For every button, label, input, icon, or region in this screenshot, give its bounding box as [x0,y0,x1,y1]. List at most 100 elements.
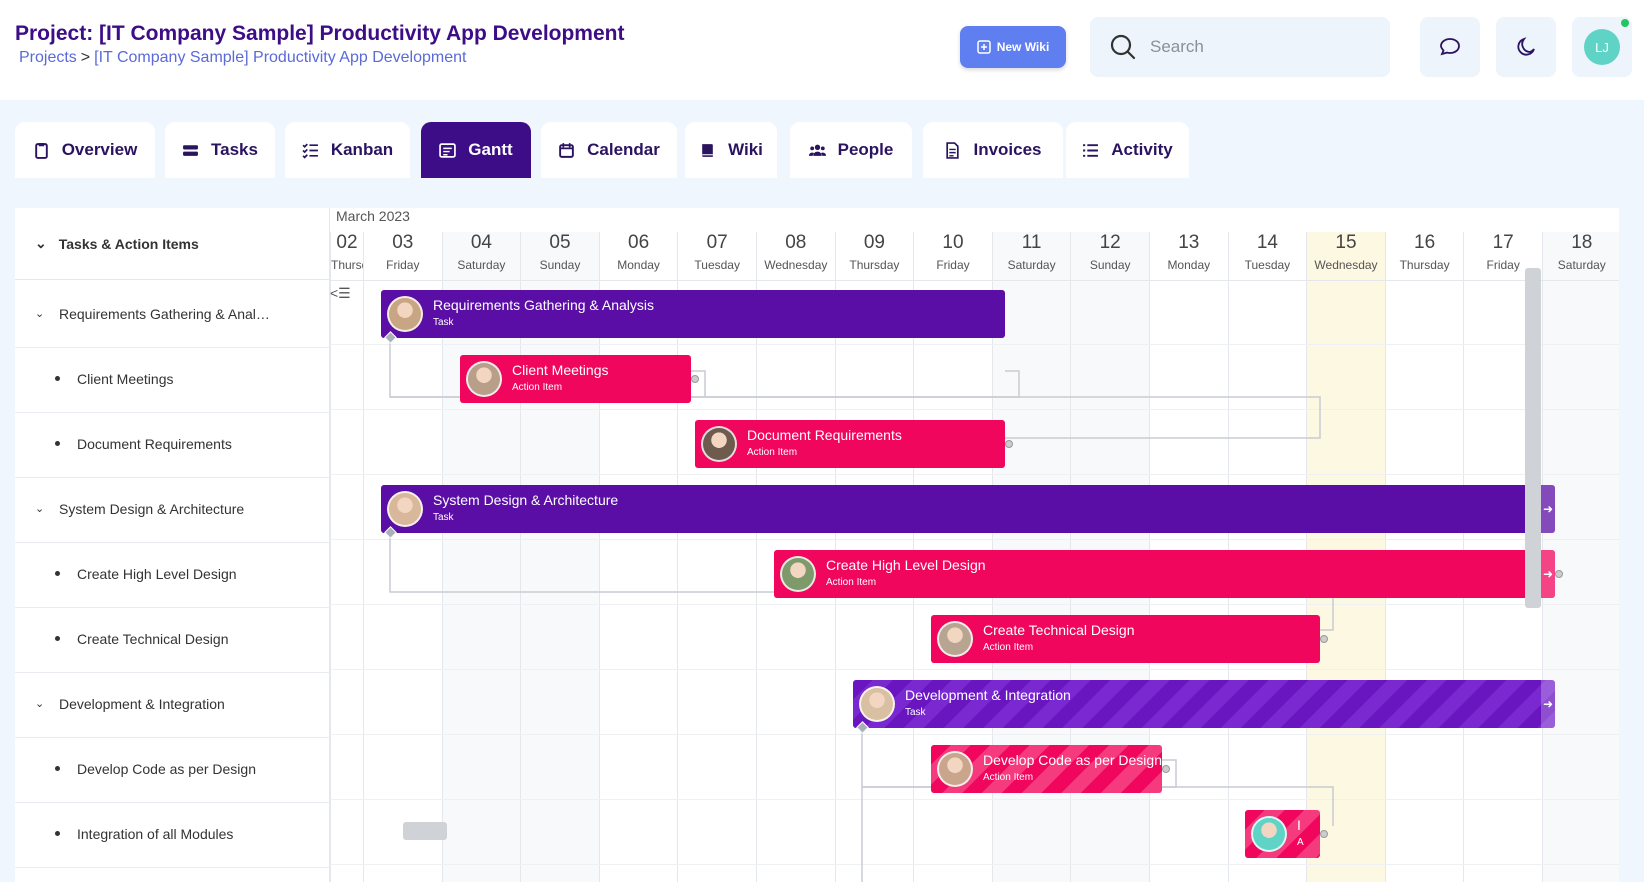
tab-label: Activity [1111,140,1173,159]
tab-label: Gantt [468,140,513,159]
bar-type: Task [433,317,454,328]
tasks-icon [183,144,198,156]
assignee-avatar [387,296,423,332]
bar-type: Action Item [983,642,1034,653]
tab-label: Invoices [973,140,1042,159]
row-label: Create Technical Design [77,630,229,647]
dependency-handle[interactable] [691,375,699,383]
task-list-column: ⌄ Tasks & Action Items ⌄ Requirements Gat… [15,208,330,882]
task-row[interactable]: ⌄ Requirements Gathering & Anal… [15,280,330,348]
action-item-bar[interactable]: Create Technical Design Action Item [931,615,1320,663]
action-item-row[interactable]: Create Technical Design [15,605,330,673]
tab-label: Tasks [211,140,258,159]
row-label: Requirements Gathering & Anal… [59,305,270,322]
task-row[interactable]: ⌄ System Design & Architecture [15,475,330,543]
user-avatar-button[interactable]: LJ [1572,17,1632,77]
page-header: Project: [IT Company Sample] Productivit… [0,0,1644,100]
book-icon [702,143,713,157]
tab-label: People [837,140,894,159]
gantt-timeline: March 2023 02Thursday03Friday04Saturday0… [330,208,1619,882]
vertical-scrollbar[interactable] [1525,268,1541,608]
clipboard-icon [34,142,48,159]
tab-people[interactable]: People [790,122,912,178]
action-item-bar[interactable]: Client Meetings Action Item [460,355,691,403]
arrow-right-icon[interactable]: ➜ [1541,680,1555,728]
chevron-down-icon[interactable]: ⌄ [35,307,44,320]
chevron-down-icon[interactable]: ⌄ [35,502,44,515]
tab-invoices[interactable]: Invoices [923,122,1063,178]
action-item-row[interactable]: Integration of all Modules [15,800,330,868]
arrow-right-icon[interactable]: ➜ [1541,550,1555,598]
action-item-row[interactable]: Develop Code as per Design [15,735,330,803]
horizontal-scrollbar[interactable] [403,822,447,840]
action-item-row[interactable]: Client Meetings [15,345,330,413]
bullet-icon [55,376,60,381]
collapse-sidebar-icon[interactable]: <☰ [330,285,351,302]
dark-mode-button[interactable] [1496,17,1556,77]
action-item-row[interactable]: Create High Level Design [15,540,330,608]
tab-activity[interactable]: Activity [1066,122,1189,178]
dependency-handle[interactable] [1320,635,1328,643]
row-label: Integration of all Modules [77,825,234,842]
breadcrumb-current-link[interactable]: [IT Company Sample] Productivity App Dev… [94,49,466,66]
task-bar[interactable]: Development & Integration Task ➜ [853,680,1555,728]
gantt-icon [439,142,457,158]
action-item-bar[interactable]: Develop Code as per Design Action Item [931,745,1162,793]
tab-tasks[interactable]: Tasks [165,122,275,178]
list-icon [1083,143,1099,157]
chevron-down-icon[interactable]: ⌄ [35,697,44,710]
action-item-bar[interactable]: Create High Level Design Action Item ➜ [774,550,1555,598]
chevron-down-icon[interactable]: ⌄ [35,235,47,252]
bar-type: A [1297,837,1304,848]
search-box[interactable] [1090,17,1390,77]
assignee-avatar [937,751,973,787]
bullet-icon [55,636,60,641]
bar-type: Task [905,707,926,718]
task-list-header: ⌄ Tasks & Action Items [15,208,330,280]
bar-title: Develop Code as per Design [983,752,1162,768]
arrow-right-icon[interactable]: ➜ [1541,485,1555,533]
plus-square-icon [976,40,991,54]
bullet-icon [55,571,60,576]
chat-button[interactable] [1420,17,1480,77]
tab-gantt[interactable]: Gantt [421,122,531,178]
tab-overview[interactable]: Overview [15,122,155,178]
bar-title: Create High Level Design [826,557,986,573]
assignee-avatar [1251,816,1287,852]
avatar: LJ [1584,29,1620,65]
search-input[interactable] [1150,37,1350,57]
breadcrumb-projects-link[interactable]: Projects [19,49,77,66]
tab-calendar[interactable]: Calendar [541,122,677,178]
tab-kanban[interactable]: Kanban [285,122,410,178]
breadcrumb-separator: > [80,49,91,66]
search-icon [1110,34,1136,60]
task-row[interactable]: ⌄ Development & Integration [15,670,330,738]
task-list-header-label: Tasks & Action Items [58,235,199,252]
bar-title: Development & Integration [905,687,1071,703]
action-item-row[interactable]: Document Requirements [15,410,330,478]
task-bar[interactable]: Requirements Gathering & Analysis Task [381,290,1005,338]
breadcrumb: Projects > [IT Company Sample] Productivit… [19,49,466,67]
bullet-icon [55,831,60,836]
dependency-handle[interactable] [1555,570,1563,578]
bar-title: System Design & Architecture [433,492,619,508]
gantt-chart: ⌄ Tasks & Action Items ⌄ Requirements Gat… [15,208,1619,882]
bar-title: Document Requirements [747,427,902,443]
assignee-avatar [701,426,737,462]
bar-type: Action Item [512,382,563,393]
dependency-handle[interactable] [1005,440,1013,448]
action-item-bar[interactable]: IA [1245,810,1320,858]
bar-type: Action Item [747,447,798,458]
assignee-avatar [937,621,973,657]
bar-title: I [1297,817,1301,833]
people-icon [808,144,826,156]
row-label: Document Requirements [77,435,232,452]
action-item-bar[interactable]: Document Requirements Action Item [695,420,1005,468]
tab-label: Kanban [330,140,394,159]
dependency-handle[interactable] [1162,765,1170,773]
tab-wiki[interactable]: Wiki [685,122,777,178]
task-bar[interactable]: System Design & Architecture Task ➜ [381,485,1555,533]
assignee-avatar [859,686,895,722]
new-wiki-button[interactable]: New Wiki [960,26,1066,68]
dependency-handle[interactable] [1320,830,1328,838]
